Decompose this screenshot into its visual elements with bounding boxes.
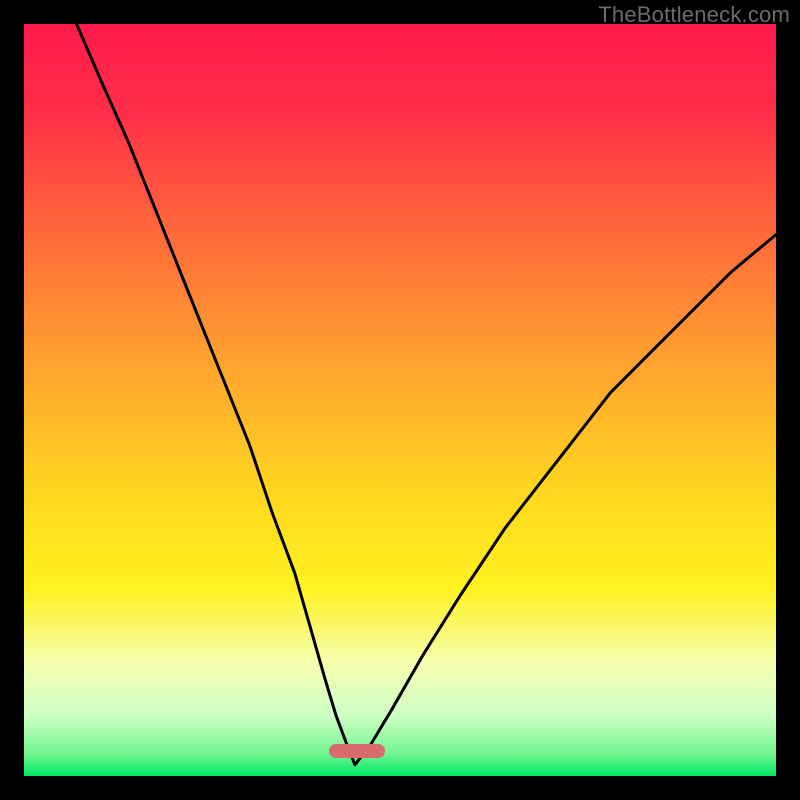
plot-frame — [24, 24, 776, 776]
watermark-text: TheBottleneck.com — [598, 2, 790, 28]
right-curve-path — [355, 235, 776, 765]
left-curve-path — [77, 24, 355, 765]
bottleneck-curve — [24, 24, 776, 776]
optimal-marker — [329, 744, 385, 758]
